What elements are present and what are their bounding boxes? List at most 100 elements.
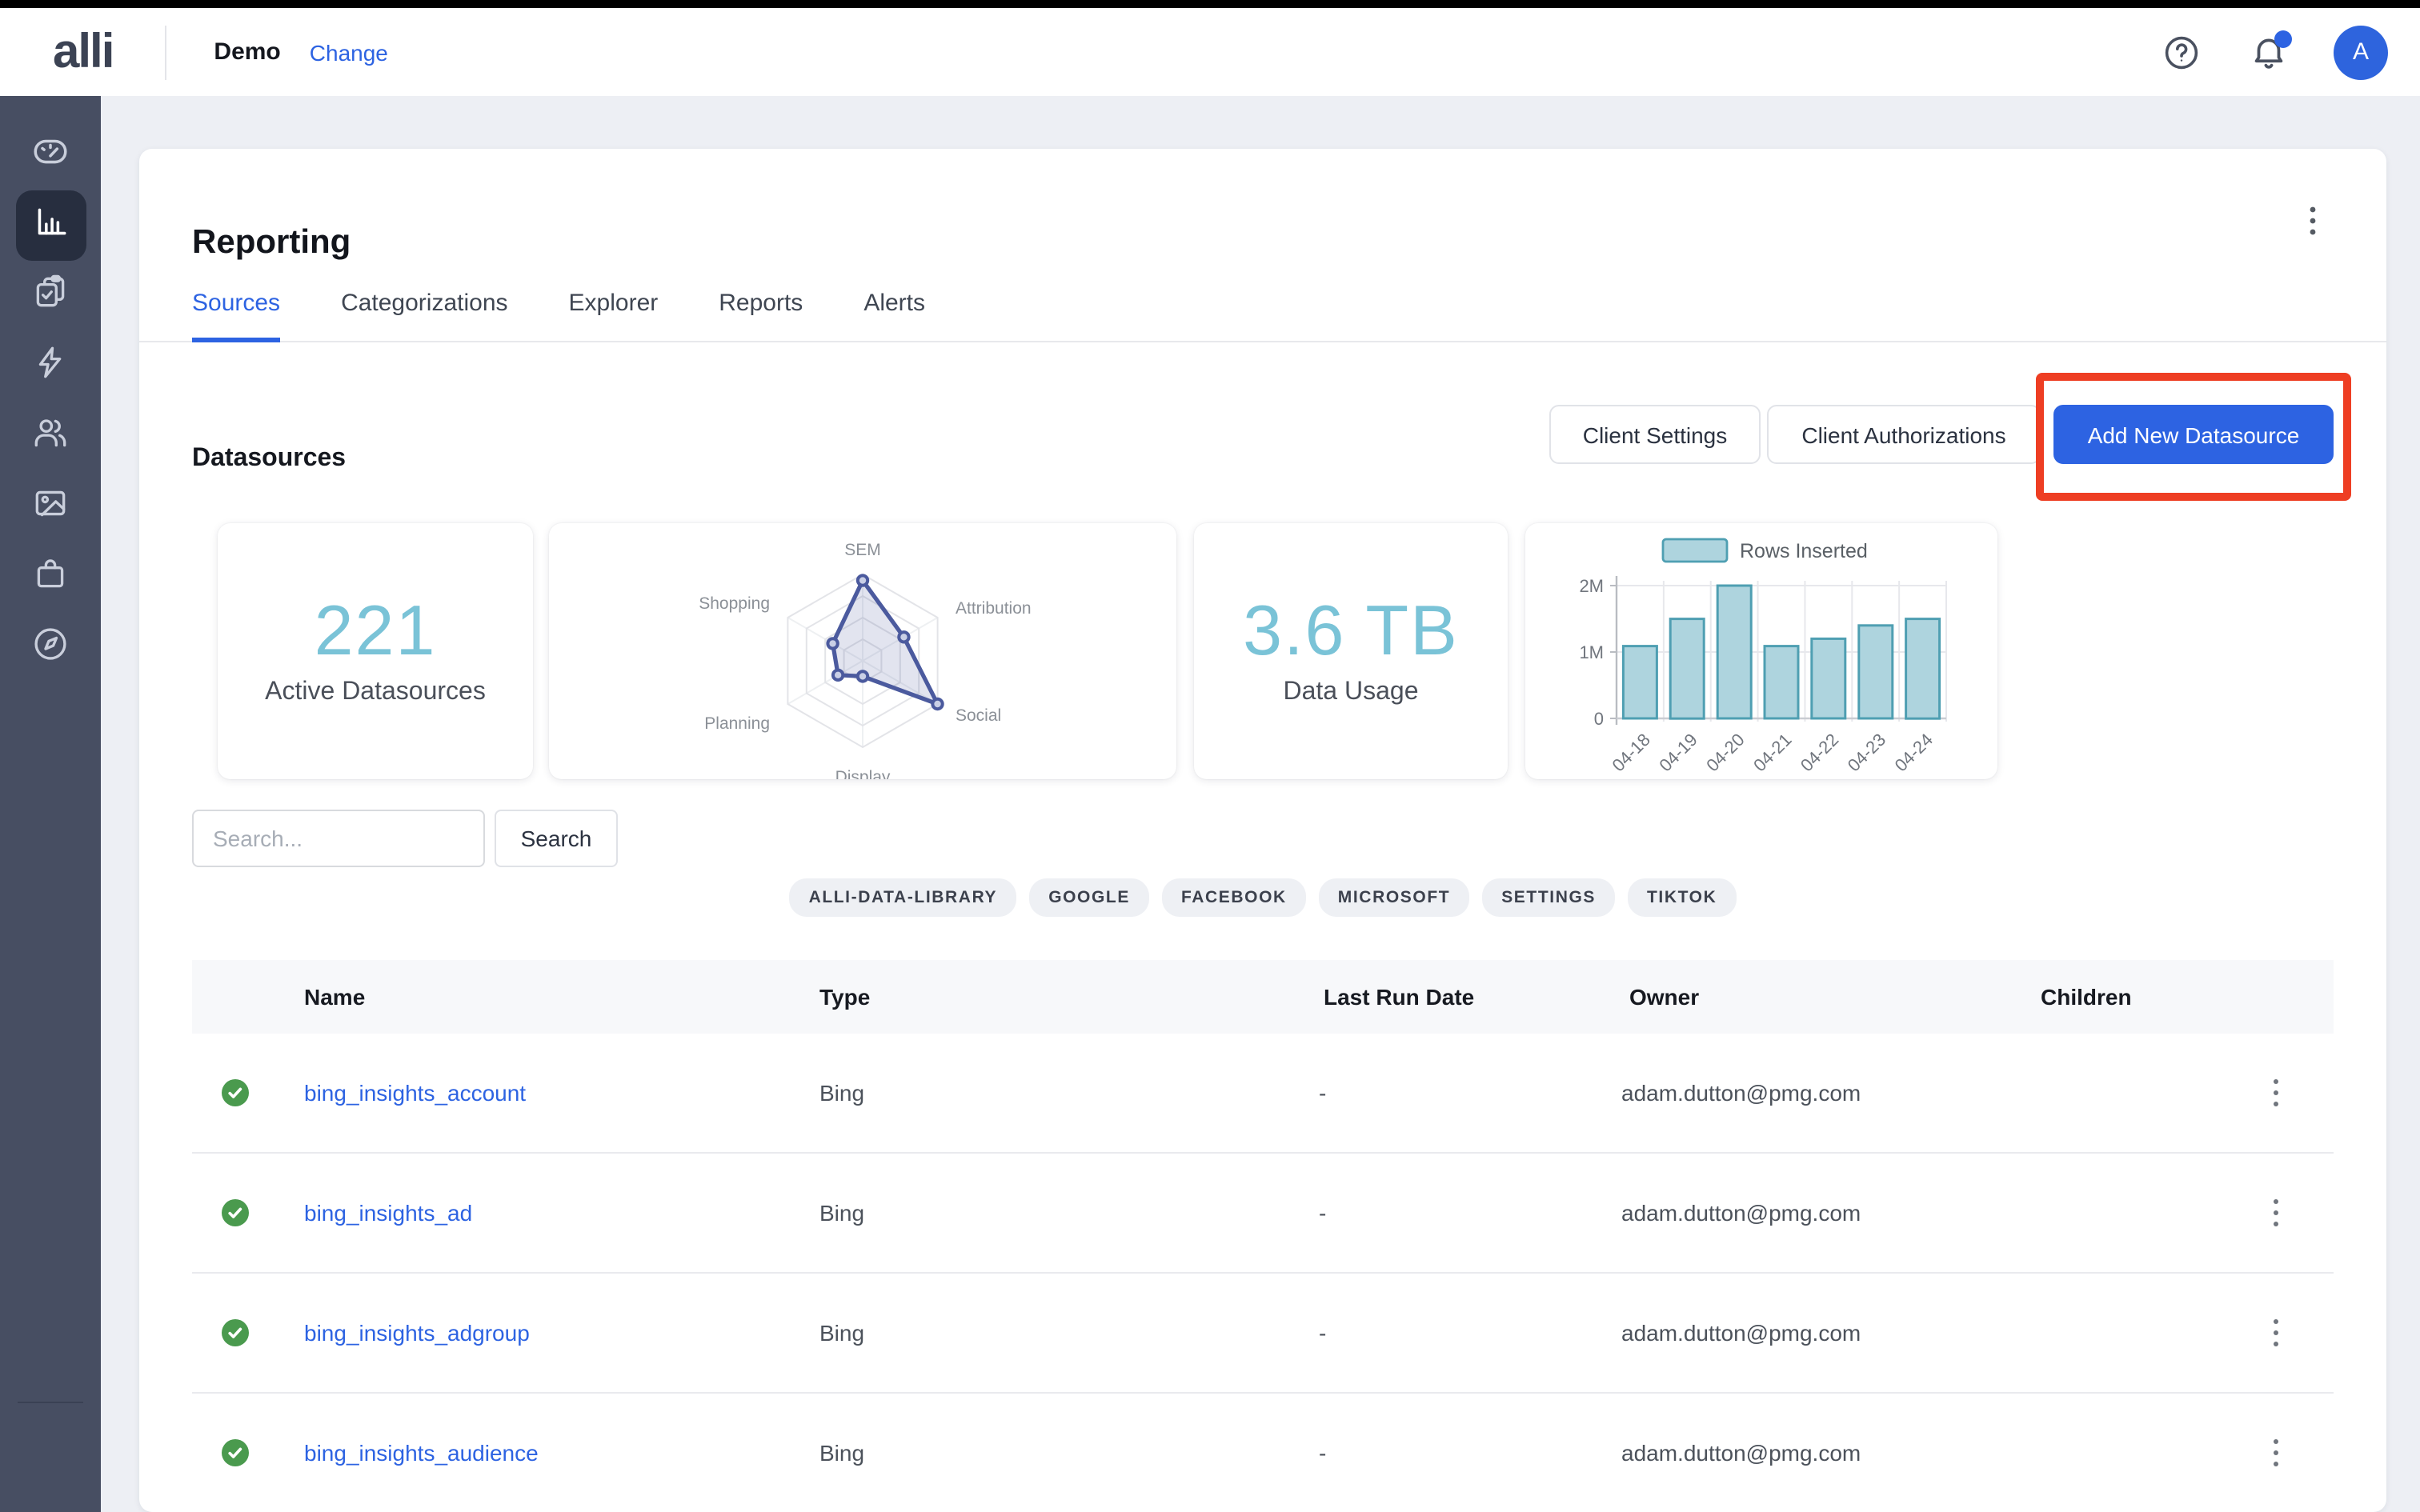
svg-text:04-18: 04-18 [1608,730,1653,775]
tab-sources[interactable]: Sources [192,290,280,342]
datasource-type: Bing [819,1320,864,1346]
filter-tag-microsoft[interactable]: MICROSOFT [1319,878,1469,917]
row-menu-kebab-icon[interactable] [2260,1432,2292,1474]
filter-tag-google[interactable]: GOOGLE [1029,878,1149,917]
header-divider [164,25,166,79]
status-success-check-icon [221,1438,250,1467]
change-client-link[interactable]: Change [310,39,388,65]
datasources-heading: Datasources [192,446,346,474]
status-success-check-icon [221,1078,250,1107]
top-bar: alli Demo Change A [0,8,2420,96]
shopping-bag-icon [30,554,70,602]
svg-text:Display: Display [835,768,891,779]
column-header-last-run-date: Last Run Date [1324,984,1474,1010]
owner-email: adam.dutton@pmg.com [1621,1080,1861,1106]
sidebar-item-shopping[interactable] [15,542,86,613]
sidebar-item-settings[interactable] [15,1507,86,1512]
last-run-date: - [1319,1200,1326,1226]
svg-text:04-21: 04-21 [1749,730,1795,775]
owner-email: adam.dutton@pmg.com [1621,1200,1861,1226]
notification-badge [2274,30,2292,47]
data-usage-value: 3.6 TB [1243,595,1459,669]
status-success-check-icon [221,1198,250,1227]
app-logo[interactable]: alli [53,25,113,79]
help-icon[interactable] [2161,31,2202,73]
sidebar-item-dashboard[interactable] [15,120,86,190]
column-header-owner: Owner [1629,984,1699,1010]
channel-radar-card: SEM Attribution Social Display Planning Shopp… [549,523,1176,779]
sidebar-item-automation[interactable] [15,331,86,402]
image-icon [30,483,70,531]
last-run-date: - [1319,1320,1326,1346]
row-menu-kebab-icon[interactable] [2260,1072,2292,1114]
sidebar-item-reporting[interactable] [15,190,86,261]
sidebar-item-creative[interactable] [15,472,86,542]
client-authorizations-button[interactable]: Client Authorizations [1767,405,2041,464]
data-usage-stat-card: 3.6 TB Data Usage [1194,523,1508,779]
last-run-date: - [1319,1440,1326,1466]
datasource-link[interactable]: bing_insights_ad [304,1200,472,1226]
rows-inserted-bar-chart: Rows Inserted01M2M04-1804-1904-2004-2104… [1525,523,1997,779]
datasource-link[interactable]: bing_insights_audience [304,1440,539,1466]
add-new-datasource-button[interactable]: Add New Datasource [2053,405,2334,464]
svg-text:SEM: SEM [844,541,881,559]
filter-tags: ALLI-DATA-LIBRARY GOOGLE FACEBOOK MICROSOFT… [139,878,2386,917]
table-row: bing_insights_adgroup Bing - adam.dutton@pm… [192,1274,2334,1394]
svg-text:Shopping: Shopping [699,594,770,613]
owner-email: adam.dutton@pmg.com [1621,1320,1861,1346]
tab-categorizations[interactable]: Categorizations [341,290,507,342]
compass-icon [30,624,70,672]
notifications-bell-icon[interactable] [2247,31,2289,73]
radar-chart: SEM Attribution Social Display Planning Shopp… [549,523,1176,779]
datasource-link[interactable]: bing_insights_adgroup [304,1320,530,1346]
svg-text:Rows Inserted: Rows Inserted [1740,540,1868,562]
dashboard-gauge-icon [30,131,70,179]
clipboard-check-icon [30,272,70,320]
tab-explorer[interactable]: Explorer [569,290,659,342]
search-input[interactable] [192,810,485,867]
svg-text:04-19: 04-19 [1655,730,1701,775]
svg-text:Planning: Planning [704,714,770,733]
table-header: Name Type Last Run Date Owner Children [192,960,2334,1034]
sidebar-item-audiences[interactable] [15,402,86,472]
table-row: bing_insights_audienceBing-adam.dutton@p… [192,1394,2334,1512]
last-run-date: - [1319,1080,1326,1106]
tab-alerts[interactable]: Alerts [863,290,925,342]
filter-tag-tiktok[interactable]: TIKTOK [1628,878,1736,917]
tab-reports[interactable]: Reports [719,290,803,342]
datasource-link[interactable]: bing_insights_account [304,1080,526,1106]
table-row: bing_insights_ad Bing - adam.dutton@pmg.com [192,1154,2334,1274]
svg-text:Attribution: Attribution [956,599,1032,618]
sidebar-divider [18,1402,83,1403]
search-button[interactable]: Search [495,810,618,867]
svg-text:04-23: 04-23 [1844,730,1889,775]
table-row: bing_insights_account Bing - adam.dutton@pm… [192,1034,2334,1154]
card-menu-kebab-icon[interactable] [2295,200,2330,242]
svg-text:04-24: 04-24 [1891,730,1937,775]
sidebar-item-tasks[interactable] [15,261,86,331]
filter-tag-settings[interactable]: SETTINGS [1482,878,1615,917]
app-root: alli Demo Change A [0,0,2420,1512]
users-icon [30,413,70,461]
lightning-bolt-icon [30,342,70,390]
table-body: bing_insights_account Bing - adam.dutton@pm… [192,1034,2334,1512]
svg-text:0: 0 [1594,709,1604,729]
row-menu-kebab-icon[interactable] [2260,1312,2292,1354]
filter-tag-facebook[interactable]: FACEBOOK [1162,878,1306,917]
top-strip [0,0,2420,8]
svg-text:Social: Social [956,706,1001,725]
client-name: Demo [214,38,280,66]
client-settings-button[interactable]: Client Settings [1549,405,1761,464]
owner-email: adam.dutton@pmg.com [1621,1440,1861,1466]
datasource-type: Bing [819,1080,864,1106]
row-menu-kebab-icon[interactable] [2260,1192,2292,1234]
filter-tag-alli-data-library[interactable]: ALLI-DATA-LIBRARY [790,878,1017,917]
svg-text:04-20: 04-20 [1702,730,1748,775]
sidebar-items [0,96,101,683]
data-usage-label: Data Usage [1284,678,1419,707]
status-success-check-icon [221,1318,250,1347]
user-avatar[interactable]: A [2334,25,2388,79]
sidebar-item-explore[interactable] [15,613,86,683]
datasource-type: Bing [819,1200,864,1226]
svg-text:04-22: 04-22 [1797,730,1842,775]
